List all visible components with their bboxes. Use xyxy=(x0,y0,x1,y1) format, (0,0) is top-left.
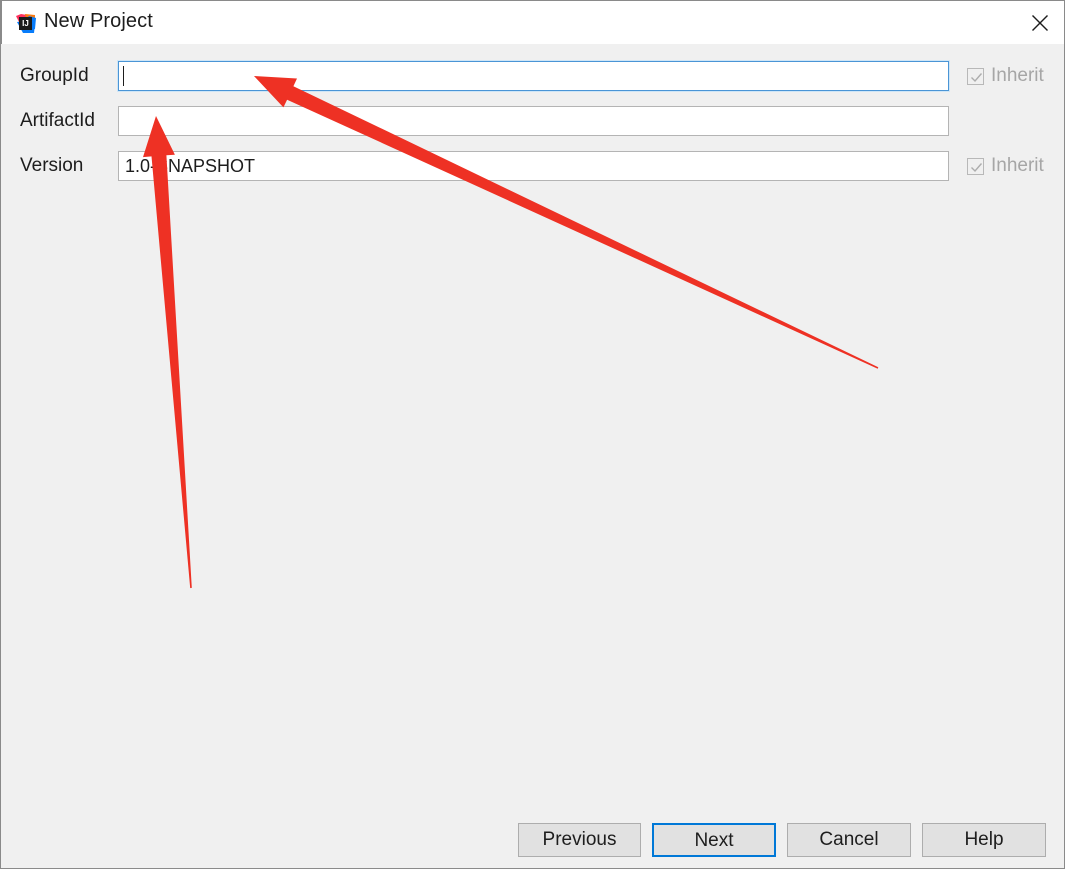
dialog-button-bar: Previous Next Cancel Help xyxy=(1,823,1064,857)
version-input[interactable] xyxy=(118,151,949,181)
svg-text:IJ: IJ xyxy=(22,19,29,28)
inherit-checkbox-groupid[interactable]: Inherit xyxy=(967,65,1044,87)
close-window-button[interactable] xyxy=(1015,1,1064,44)
cancel-button[interactable]: Cancel xyxy=(787,823,911,857)
groupid-input[interactable] xyxy=(118,61,949,91)
label-groupid: GroupId xyxy=(20,65,89,86)
text-caret xyxy=(123,66,124,86)
inherit-label: Inherit xyxy=(991,65,1044,86)
label-artifactid: ArtifactId xyxy=(20,110,95,131)
next-button[interactable]: Next xyxy=(652,823,776,857)
previous-button[interactable]: Previous xyxy=(518,823,641,857)
arrow-to-artifactid-field xyxy=(143,116,192,589)
checkbox-box xyxy=(967,157,984,175)
artifactid-input[interactable] xyxy=(118,106,949,136)
inherit-label: Inherit xyxy=(991,155,1044,176)
title-bar: IJ New Project xyxy=(1,0,1064,44)
checkmark-icon xyxy=(971,72,983,82)
window-title: New Project xyxy=(44,10,153,32)
checkbox-box xyxy=(967,67,984,85)
new-project-dialog: IJ New Project GroupId Inherit ArtifactId V… xyxy=(0,0,1065,869)
intellij-idea-logo-icon: IJ xyxy=(15,13,36,34)
form-row-groupid: GroupId Inherit xyxy=(1,61,1064,91)
form-row-version: Version Inherit xyxy=(1,151,1064,181)
help-button[interactable]: Help xyxy=(922,823,1046,857)
label-version: Version xyxy=(20,155,84,176)
inherit-checkbox-version[interactable]: Inherit xyxy=(967,155,1044,177)
checkmark-icon xyxy=(971,162,983,172)
close-icon xyxy=(1031,14,1049,32)
form-row-artifactid: ArtifactId xyxy=(1,106,1064,136)
